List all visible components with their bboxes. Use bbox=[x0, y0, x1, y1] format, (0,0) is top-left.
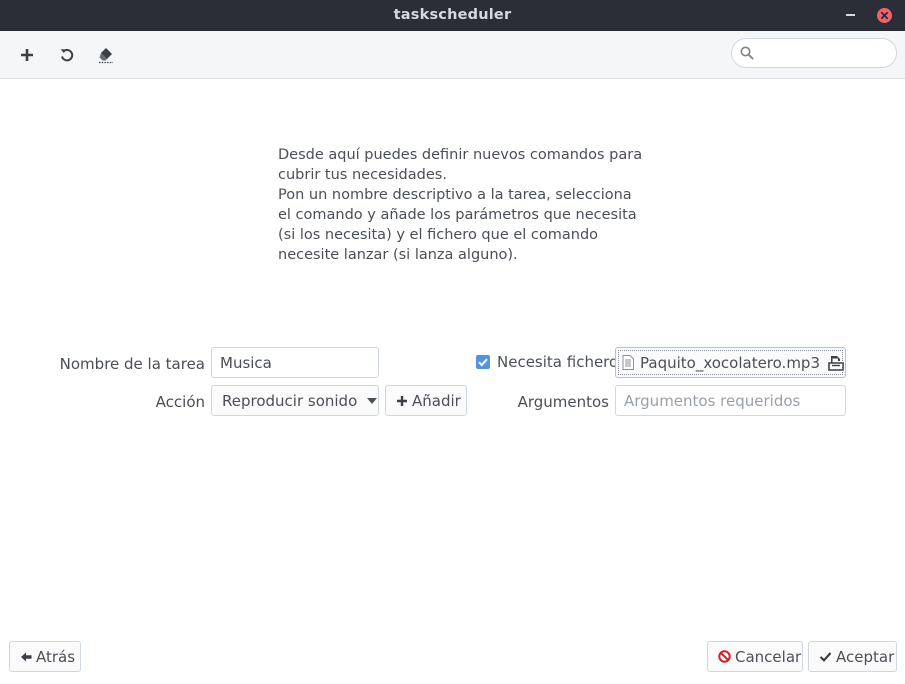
header-toolbar bbox=[0, 31, 905, 79]
action-label: Acción bbox=[155, 393, 205, 411]
window-title: taskscheduler bbox=[393, 7, 512, 23]
task-name-input[interactable] bbox=[211, 347, 379, 378]
accept-label: Aceptar bbox=[836, 647, 895, 666]
arguments-input[interactable] bbox=[615, 385, 846, 416]
add-action-button[interactable]: Añadir bbox=[385, 385, 467, 416]
task-name-label: Nombre de la tarea bbox=[59, 355, 205, 373]
close-button[interactable] bbox=[877, 8, 892, 23]
help-description: Desde aquí puedes definir nuevos comando… bbox=[278, 145, 648, 265]
minimize-button[interactable] bbox=[846, 14, 855, 16]
plus-icon bbox=[397, 395, 407, 406]
description-line-1: Desde aquí puedes definir nuevos comando… bbox=[278, 147, 643, 183]
undo-icon bbox=[60, 48, 74, 62]
cancel-label: Cancelar bbox=[735, 647, 802, 666]
back-button[interactable]: Atrás bbox=[9, 641, 81, 672]
action-selected-value: Reproducir sonido bbox=[222, 391, 358, 410]
close-icon bbox=[880, 11, 889, 20]
needs-file-label: Necesita fichero bbox=[497, 353, 619, 371]
cancel-button[interactable]: Cancelar bbox=[707, 641, 803, 672]
open-file-icon bbox=[828, 355, 844, 371]
main-content: Desde aquí puedes definir nuevos comando… bbox=[0, 79, 905, 684]
arrow-left-icon bbox=[21, 652, 32, 661]
add-action-label: Añadir bbox=[412, 391, 461, 410]
refresh-button[interactable] bbox=[52, 40, 82, 70]
needs-file-checkbox[interactable] bbox=[476, 355, 490, 369]
document-icon bbox=[622, 355, 634, 370]
title-bar[interactable]: taskscheduler bbox=[0, 0, 905, 31]
action-combobox[interactable]: Reproducir sonido bbox=[211, 385, 379, 416]
search-icon bbox=[740, 46, 754, 60]
description-line-2: Pon un nombre descriptivo a la tarea, se… bbox=[278, 187, 637, 263]
plus-icon bbox=[21, 49, 33, 61]
app-window: taskscheduler Desde aquí puedes definir … bbox=[0, 0, 905, 684]
dropdown-arrow-icon bbox=[367, 397, 378, 404]
search-input[interactable] bbox=[760, 43, 892, 65]
add-task-button[interactable] bbox=[12, 40, 42, 70]
file-chooser-button[interactable]: Paquito_xocolatero.mp3 bbox=[615, 347, 846, 378]
clear-button[interactable] bbox=[91, 40, 121, 70]
selected-file-name: Paquito_xocolatero.mp3 bbox=[640, 353, 820, 372]
accept-button[interactable]: Aceptar bbox=[808, 641, 897, 672]
checkmark-icon bbox=[819, 652, 832, 662]
arguments-label: Argumentos bbox=[517, 393, 609, 411]
checkmark-icon bbox=[478, 358, 488, 367]
search-box[interactable] bbox=[731, 38, 897, 68]
back-label: Atrás bbox=[36, 647, 76, 666]
cancel-icon bbox=[718, 650, 731, 663]
eraser-icon bbox=[99, 48, 113, 64]
